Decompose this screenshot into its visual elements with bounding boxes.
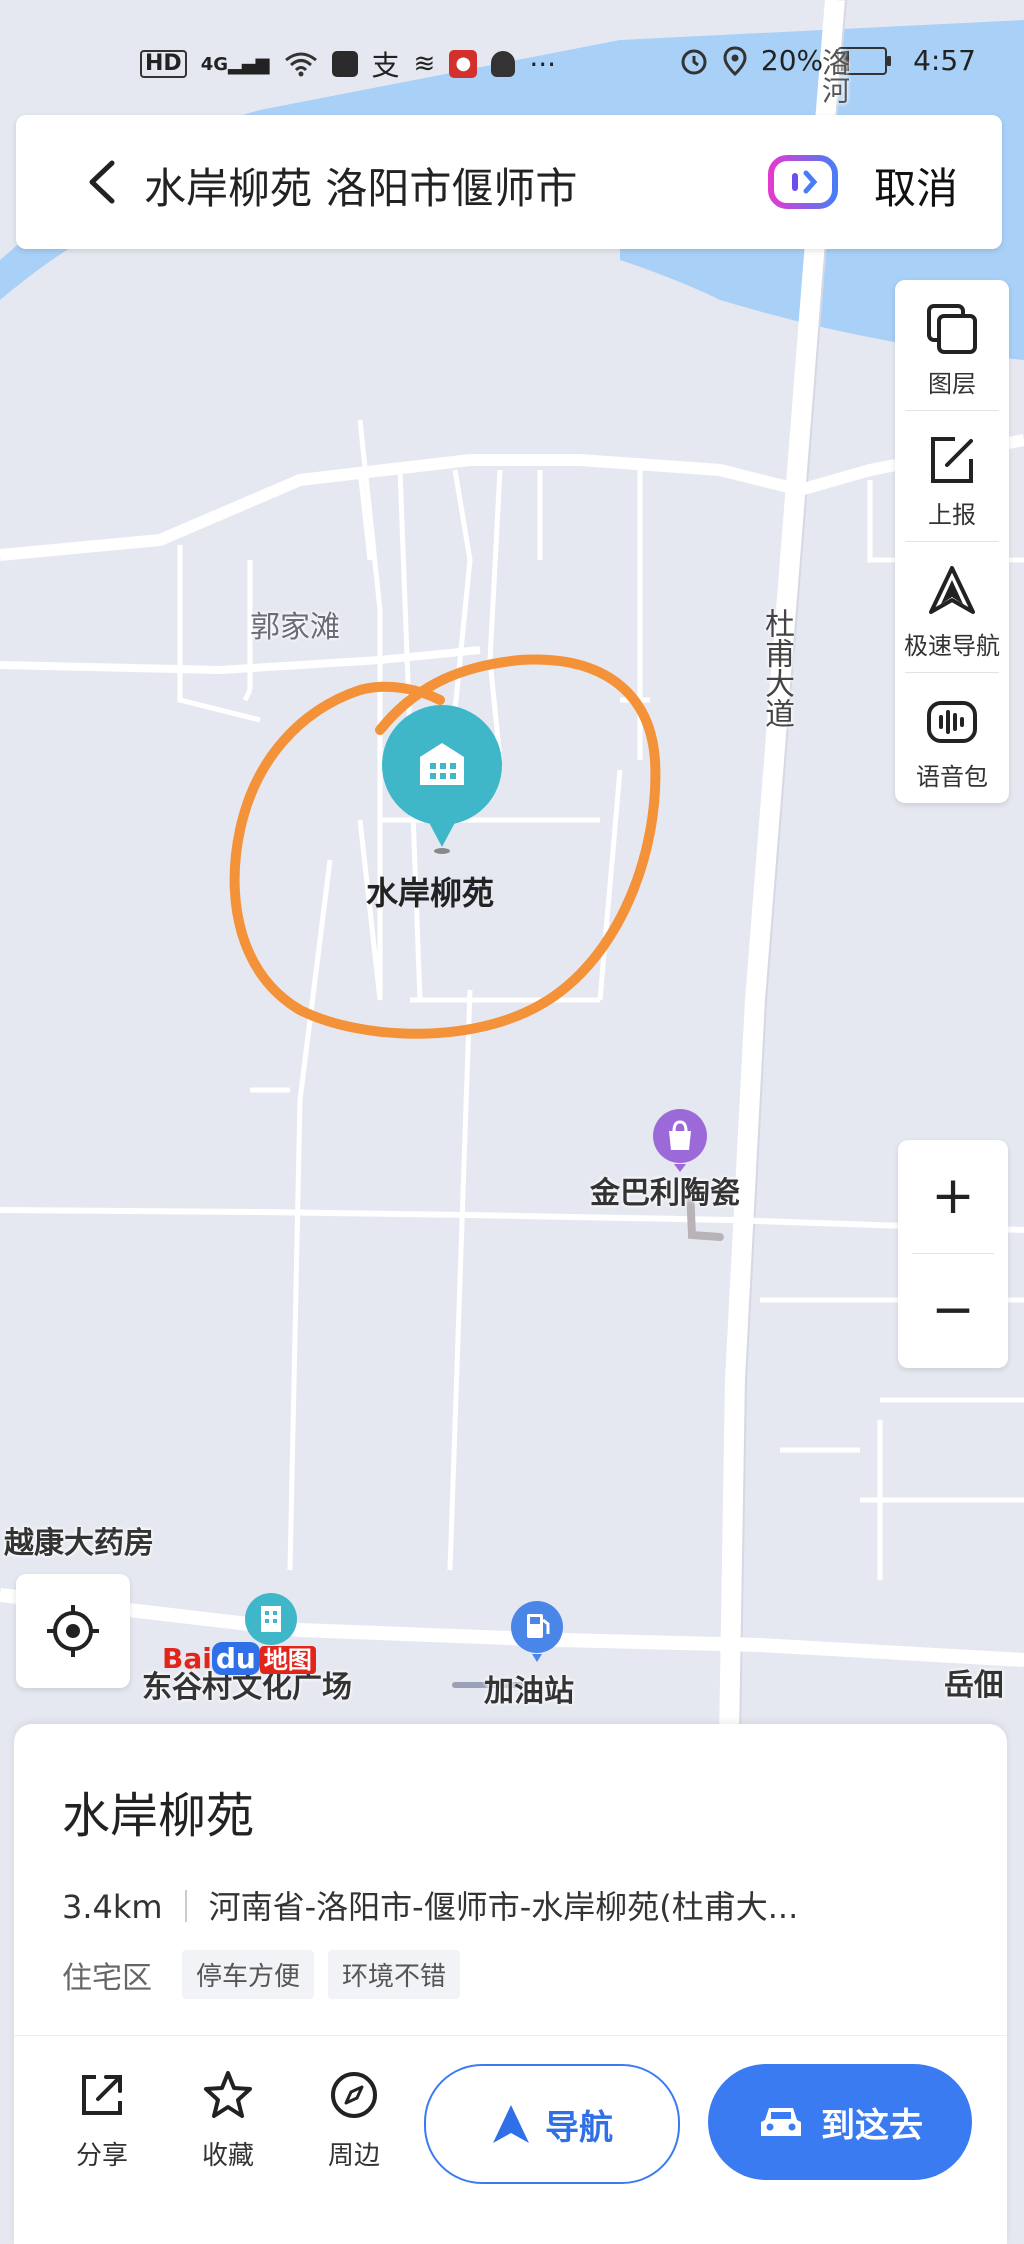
poi-distance: 3.4km [62, 1888, 163, 1926]
map-label-pharmacy[interactable]: 越康大药房 [4, 1518, 154, 1562]
zoom-out-button[interactable]: − [898, 1254, 1008, 1366]
poi-info-line: 3.4km 河南省-洛阳市-偃师市-水岸柳苑(杜甫大... [62, 1882, 798, 1928]
poi-address: 河南省-洛阳市-偃师市-水岸柳苑(杜甫大... [208, 1888, 799, 1926]
qq-icon [491, 51, 516, 77]
star-icon [204, 2071, 252, 2118]
favorite-label: 收藏 [201, 2141, 254, 2171]
tool-voice-pack[interactable]: 语音包 [895, 673, 1009, 803]
app-icon-3: ≋ [413, 49, 436, 79]
search-query[interactable]: 水岸柳苑 洛阳市偃师市 [144, 155, 577, 216]
tool-label: 语音包 [916, 763, 988, 791]
selected-poi-pin[interactable] [380, 705, 504, 855]
poi-tag: 停车方便 [182, 1950, 315, 1999]
tool-label: 极速导航 [904, 632, 1000, 660]
compass-icon [331, 2072, 377, 2118]
plaza-poi-icon[interactable] [244, 1592, 298, 1646]
shop-poi-icon[interactable] [652, 1108, 708, 1172]
tool-report[interactable]: 上报 [895, 411, 1009, 541]
navigate-label: 导航 [545, 2107, 613, 2148]
clock: 4:57 [913, 44, 976, 77]
more-dots-icon: ··· [529, 47, 557, 81]
share-button[interactable]: 分享 [52, 2069, 152, 2172]
poi-tag: 环境不错 [328, 1950, 461, 1999]
selected-poi-label: 水岸柳苑 [366, 874, 495, 912]
map-label-shop[interactable]: 金巴利陶瓷 [590, 1168, 740, 1212]
locate-me-button[interactable] [16, 1574, 130, 1688]
nearby-label: 周边 [327, 2141, 380, 2171]
tool-layers[interactable]: 图层 [895, 280, 1009, 410]
divider [14, 2035, 1007, 2036]
report-edit-icon [931, 437, 973, 483]
share-icon [82, 2075, 122, 2115]
navigate-button[interactable]: 导航 [424, 2064, 680, 2184]
favorite-button[interactable]: 收藏 [178, 2069, 278, 2172]
tool-fast-navigation[interactable]: 极速导航 [895, 542, 1009, 672]
crosshair-icon [47, 1605, 99, 1657]
cancel-button[interactable]: 取消 [874, 155, 958, 216]
poi-tags: 住宅区 停车方便 环境不错 [62, 1950, 461, 1999]
gas-station-poi-icon[interactable] [510, 1600, 564, 1662]
baidu-map-logo: Bai du 地图 [162, 1640, 316, 1675]
tool-label: 上报 [928, 501, 976, 529]
poi-category: 住宅区 [62, 1960, 152, 1996]
status-bar: HD 4G▂▄▆ 支 ≋ ● ··· 20% 4:57 [0, 0, 1024, 110]
alarm-icon [681, 49, 707, 74]
app-icon [331, 51, 358, 77]
map-label-dufu-avenue: 杜甫大道 [759, 608, 794, 728]
poi-detail-card: 水岸柳苑 3.4km 河南省-洛阳市-偃师市-水岸柳苑(杜甫大... 住宅区 停车… [14, 1724, 1007, 2244]
nearby-button[interactable]: 周边 [304, 2069, 404, 2172]
map-tool-panel: 图层 上报 极速导航 语音包 [895, 280, 1009, 803]
hd-icon: HD [140, 50, 187, 78]
share-label: 分享 [75, 2141, 128, 2171]
go-here-button[interactable]: 到这去 [708, 2064, 972, 2180]
map-label-river-road: 洛河 [818, 48, 851, 104]
layers-icon [927, 304, 977, 354]
zoom-in-button[interactable]: + [898, 1140, 1008, 1252]
signal-4g-icon: 4G▂▄▆ [200, 53, 270, 75]
mic-notification-icon: ● [449, 50, 478, 78]
map-label-right-edge: 岳佃 [944, 1668, 1004, 1703]
divider [184, 1890, 187, 1922]
tool-label: 图层 [928, 370, 976, 398]
battery-percent: 20% [760, 44, 824, 77]
wifi-icon [284, 52, 317, 77]
map-label-village: 郭家滩 [250, 610, 340, 645]
shopping-bag-icon [669, 1131, 691, 1150]
car-icon [761, 2108, 801, 2136]
zoom-panel: + − [898, 1140, 1008, 1368]
go-here-label: 到这去 [821, 2105, 923, 2146]
app-icon-2: 支 [371, 49, 400, 82]
search-bar: 水岸柳苑 洛阳市偃师市 取消 [16, 115, 1002, 249]
poi-title: 水岸柳苑 [62, 1788, 255, 1844]
location-status-icon [723, 45, 747, 76]
fast-navigation-icon [929, 566, 975, 614]
back-arrow-icon[interactable] [74, 153, 132, 211]
voice-assistant-icon[interactable] [768, 155, 838, 209]
navigation-arrow-icon [493, 2105, 529, 2143]
map-label-gas-station[interactable]: 加油站 [484, 1666, 574, 1710]
voice-pack-icon [927, 701, 977, 743]
